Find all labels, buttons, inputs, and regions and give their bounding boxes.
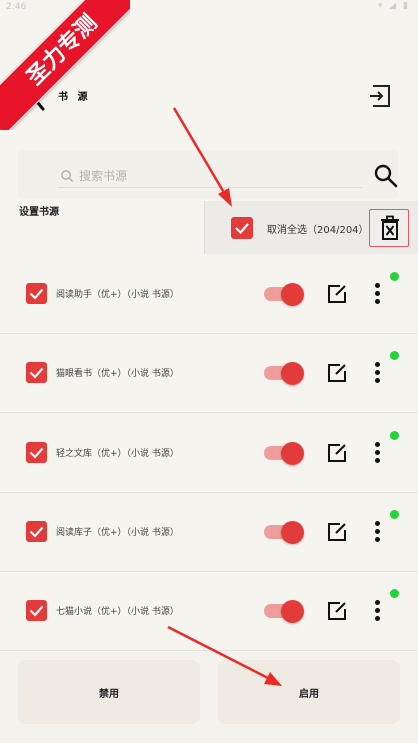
edit-button[interactable] — [326, 362, 348, 384]
source-checkbox[interactable] — [26, 283, 47, 304]
source-row[interactable]: 阅读库子（优+）（小说 书源） — [0, 493, 418, 572]
status-dot — [390, 431, 399, 440]
source-enable-toggle[interactable] — [264, 600, 304, 623]
status-dot — [390, 510, 399, 519]
deselect-all-label[interactable]: 取消全选（204/204） — [267, 221, 369, 236]
source-name: 阅读库子（优+）（小说 书源） — [56, 528, 179, 538]
search-button[interactable] — [372, 162, 400, 190]
search-input[interactable]: 搜索书源 — [79, 167, 127, 184]
check-icon — [29, 367, 44, 379]
import-button[interactable] — [366, 82, 396, 110]
search-field[interactable] — [18, 150, 398, 198]
source-name: 七猫小说（优+）（小说 书源） — [56, 607, 179, 617]
source-row[interactable]: 轻之文库（优+）（小说 书源） — [0, 414, 418, 493]
more-dot — [375, 291, 380, 296]
more-dot — [375, 458, 380, 463]
import-icon — [370, 85, 390, 107]
edit-icon — [328, 523, 346, 541]
check-icon — [29, 447, 44, 459]
source-enable-toggle[interactable] — [264, 442, 304, 465]
source-enable-toggle[interactable] — [264, 521, 304, 544]
more-dot — [375, 521, 380, 526]
more-dot — [375, 378, 380, 383]
more-dot — [375, 283, 380, 288]
source-checkbox[interactable] — [26, 600, 47, 621]
toggle-knob — [281, 283, 304, 306]
check-icon — [29, 288, 44, 300]
more-dot — [375, 529, 380, 534]
more-dot — [375, 600, 380, 605]
trash-icon — [381, 215, 399, 240]
status-icons: ▾ ◢ ▮ — [377, 1, 410, 11]
selection-popup: 取消全选（204/204） — [204, 201, 418, 254]
watermark-text: 圣力专测 — [0, 0, 130, 130]
toggle-knob — [281, 362, 304, 385]
search-field-icon — [60, 168, 74, 182]
edit-icon — [328, 444, 346, 462]
source-name: 轻之文库（优+）（小说 书源） — [56, 449, 179, 459]
more-dot — [375, 362, 380, 367]
bottom-bar: 禁用 启用 — [0, 652, 418, 743]
more-dot — [375, 450, 380, 455]
delete-selected-button[interactable] — [369, 209, 409, 247]
edit-button[interactable] — [326, 442, 348, 464]
edit-icon — [328, 285, 346, 303]
more-dot — [375, 442, 380, 447]
watermark-ribbon: 圣力专测 — [0, 0, 130, 130]
section-label: 设置书源 — [19, 207, 59, 218]
source-row[interactable]: 猫眼看书（优+）（小说 书源） — [0, 334, 418, 413]
edit-icon — [328, 364, 346, 382]
status-dot — [390, 272, 399, 281]
edit-icon — [328, 602, 346, 620]
edit-button[interactable] — [326, 283, 348, 305]
check-icon — [29, 605, 44, 617]
edit-button[interactable] — [326, 521, 348, 543]
edit-button[interactable] — [326, 600, 348, 622]
more-dot — [375, 299, 380, 304]
row-divider — [0, 412, 418, 413]
source-checkbox[interactable] — [26, 442, 47, 463]
more-dot — [375, 608, 380, 613]
more-options-button[interactable] — [370, 519, 386, 545]
more-dot — [375, 370, 380, 375]
more-dot — [375, 537, 380, 542]
search-icon — [374, 164, 398, 188]
more-options-button[interactable] — [370, 281, 386, 307]
toggle-knob — [281, 600, 304, 623]
check-icon — [29, 526, 44, 538]
select-all-checkbox[interactable] — [231, 217, 253, 239]
status-dot — [390, 351, 399, 360]
more-options-button[interactable] — [370, 360, 386, 386]
check-icon — [235, 223, 249, 235]
more-options-button[interactable] — [370, 440, 386, 466]
source-checkbox[interactable] — [26, 521, 47, 542]
enable-button[interactable]: 启用 — [218, 660, 400, 724]
disable-button[interactable]: 禁用 — [18, 660, 200, 724]
source-row[interactable]: 七猫小说（优+）（小说 书源） — [0, 572, 418, 651]
source-enable-toggle[interactable] — [264, 283, 304, 306]
status-dot — [390, 589, 399, 598]
source-name: 猫眼看书（优+）（小说 书源） — [56, 369, 179, 379]
toggle-knob — [281, 442, 304, 465]
search-underline — [58, 187, 362, 188]
source-row[interactable]: 阅读助手（优+）（小说 书源） — [0, 255, 418, 334]
more-options-button[interactable] — [370, 598, 386, 624]
source-name: 阅读助手（优+）（小说 书源） — [56, 290, 179, 300]
toggle-knob — [281, 521, 304, 544]
row-divider — [0, 650, 418, 651]
source-enable-toggle[interactable] — [264, 362, 304, 385]
source-checkbox[interactable] — [26, 362, 47, 383]
more-dot — [375, 616, 380, 621]
